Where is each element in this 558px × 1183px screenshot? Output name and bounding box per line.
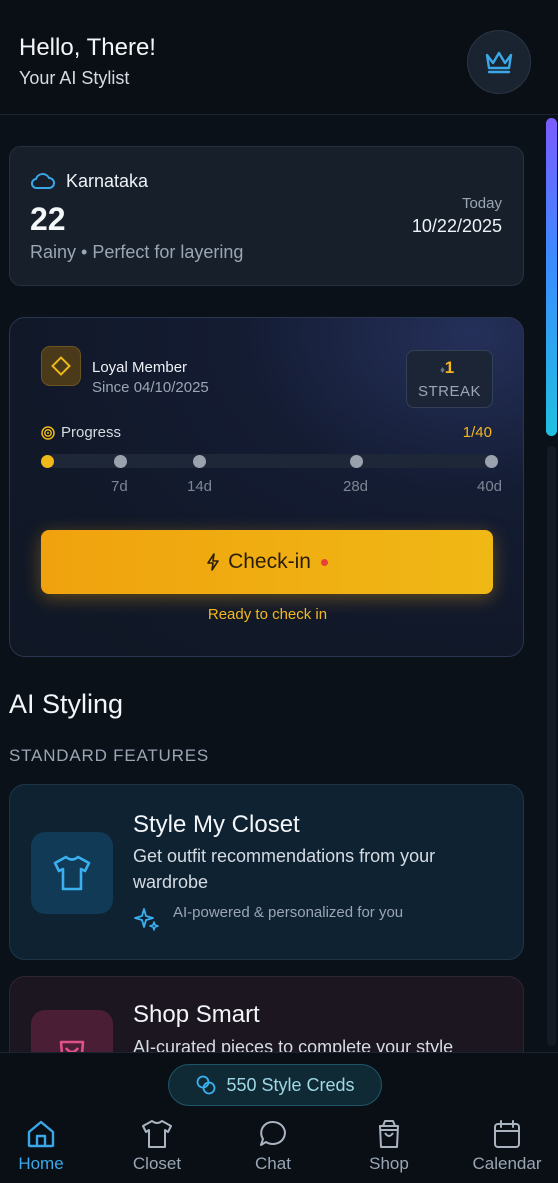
milestone-label-14d: 14d [187,478,213,495]
nav-label: Shop [369,1154,409,1173]
weather-today-label: Today [461,195,502,212]
nav-calendar[interactable]: Calendar [457,1116,557,1176]
style-creds-pill[interactable]: 550 Style Creds [168,1064,382,1106]
notification-dot [320,558,328,566]
greeting-title: Hello, There! [19,34,156,61]
sparkles-icon [134,908,159,931]
feature-tagline: AI-powered & personalized for you [173,904,404,921]
section-title: AI Styling [9,689,124,719]
member-badge [41,346,81,386]
streak-value: 1 [444,358,455,377]
calendar-icon [494,1120,520,1148]
member-since: Since 04/10/2025 [92,379,209,396]
progress-count: 1/40 [462,424,492,441]
weather-date: 10/22/2025 [411,216,502,236]
nav-shop[interactable]: Shop [339,1116,439,1176]
bottom-navigation: 550 Style Creds Home Closet Chat Shop Ca… [0,1052,558,1183]
scrollbar-track [547,446,556,1046]
shopping-bag-icon [59,1040,85,1052]
top-header: Hello, There! Your AI Stylist [0,0,558,115]
progress-label: Progress [61,424,122,441]
feature-description: Get outfit recommendations from your war… [133,846,436,892]
loyalty-card: Loyal Member Since 04/10/2025 ♦ 1 STREAK… [9,317,524,657]
home-scroll-area[interactable]: Karnataka 22 Rainy • Perfect for layerin… [0,116,558,1052]
checkin-status: Ready to check in [207,606,328,623]
home-icon [27,1120,55,1148]
weather-card: Karnataka 22 Rainy • Perfect for layerin… [9,146,524,286]
member-title: Loyal Member [92,359,188,376]
scrollbar[interactable] [545,116,558,1052]
cloud-icon [30,173,55,189]
chat-icon [260,1120,286,1146]
nav-label: Closet [132,1154,182,1173]
weather-description: Rainy • Perfect for layering [30,242,244,262]
nav-label: Chat [255,1154,291,1173]
diamond-icon [51,356,71,376]
weather-location: Karnataka [66,171,149,191]
milestone-label-7d: 7d [111,478,128,495]
nav-home[interactable]: Home [0,1116,91,1176]
streak-label: STREAK [417,383,481,400]
weather-temperature: 22 [30,201,66,237]
style-creds-label: 550 Style Creds [226,1074,355,1095]
feature-description: AI-curated pieces to complete your style [133,1037,454,1052]
feature-card-shop-smart[interactable]: Shop Smart AI-curated pieces to complete… [9,976,524,1052]
coins-icon [197,1075,216,1095]
checkin-button[interactable]: Check-in [41,530,493,594]
milestone-label-28d: 28d [343,478,369,495]
scrollbar-thumb[interactable] [546,118,557,436]
milestone-dot-28d [350,455,363,468]
feature-title: Shop Smart [133,1001,260,1028]
premium-button[interactable] [467,30,531,94]
nav-closet[interactable]: Closet [107,1116,207,1176]
nav-chat[interactable]: Chat [223,1116,323,1176]
crown-icon [485,51,513,74]
milestone-dot-14d [193,455,206,468]
milestone-label-40d: 40d [477,478,503,495]
feature-icon-box [31,1010,113,1052]
app-root: Hello, There! Your AI Stylist Karnataka … [0,0,558,1183]
streak-badge: ♦ 1 STREAK [406,350,493,408]
lightning-icon [207,553,219,571]
greeting-subtitle: Your AI Stylist [19,68,130,88]
milestone-dot-7d [114,455,127,468]
nav-label: Home [18,1154,64,1173]
shirt-icon [53,855,91,891]
feature-icon-box [31,832,113,914]
shopping-bag-icon [379,1120,399,1148]
feature-title: Style My Closet [133,811,300,838]
section-subtitle: STANDARD FEATURES [9,746,209,765]
progress-current-dot [41,455,54,468]
checkin-label: Check-in [228,550,311,573]
target-icon [41,426,55,440]
feature-card-style-my-closet[interactable]: Style My Closet Get outfit recommendatio… [9,784,524,960]
nav-label: Calendar [472,1154,542,1173]
shirt-icon [142,1120,172,1148]
milestone-dot-40d [485,455,498,468]
